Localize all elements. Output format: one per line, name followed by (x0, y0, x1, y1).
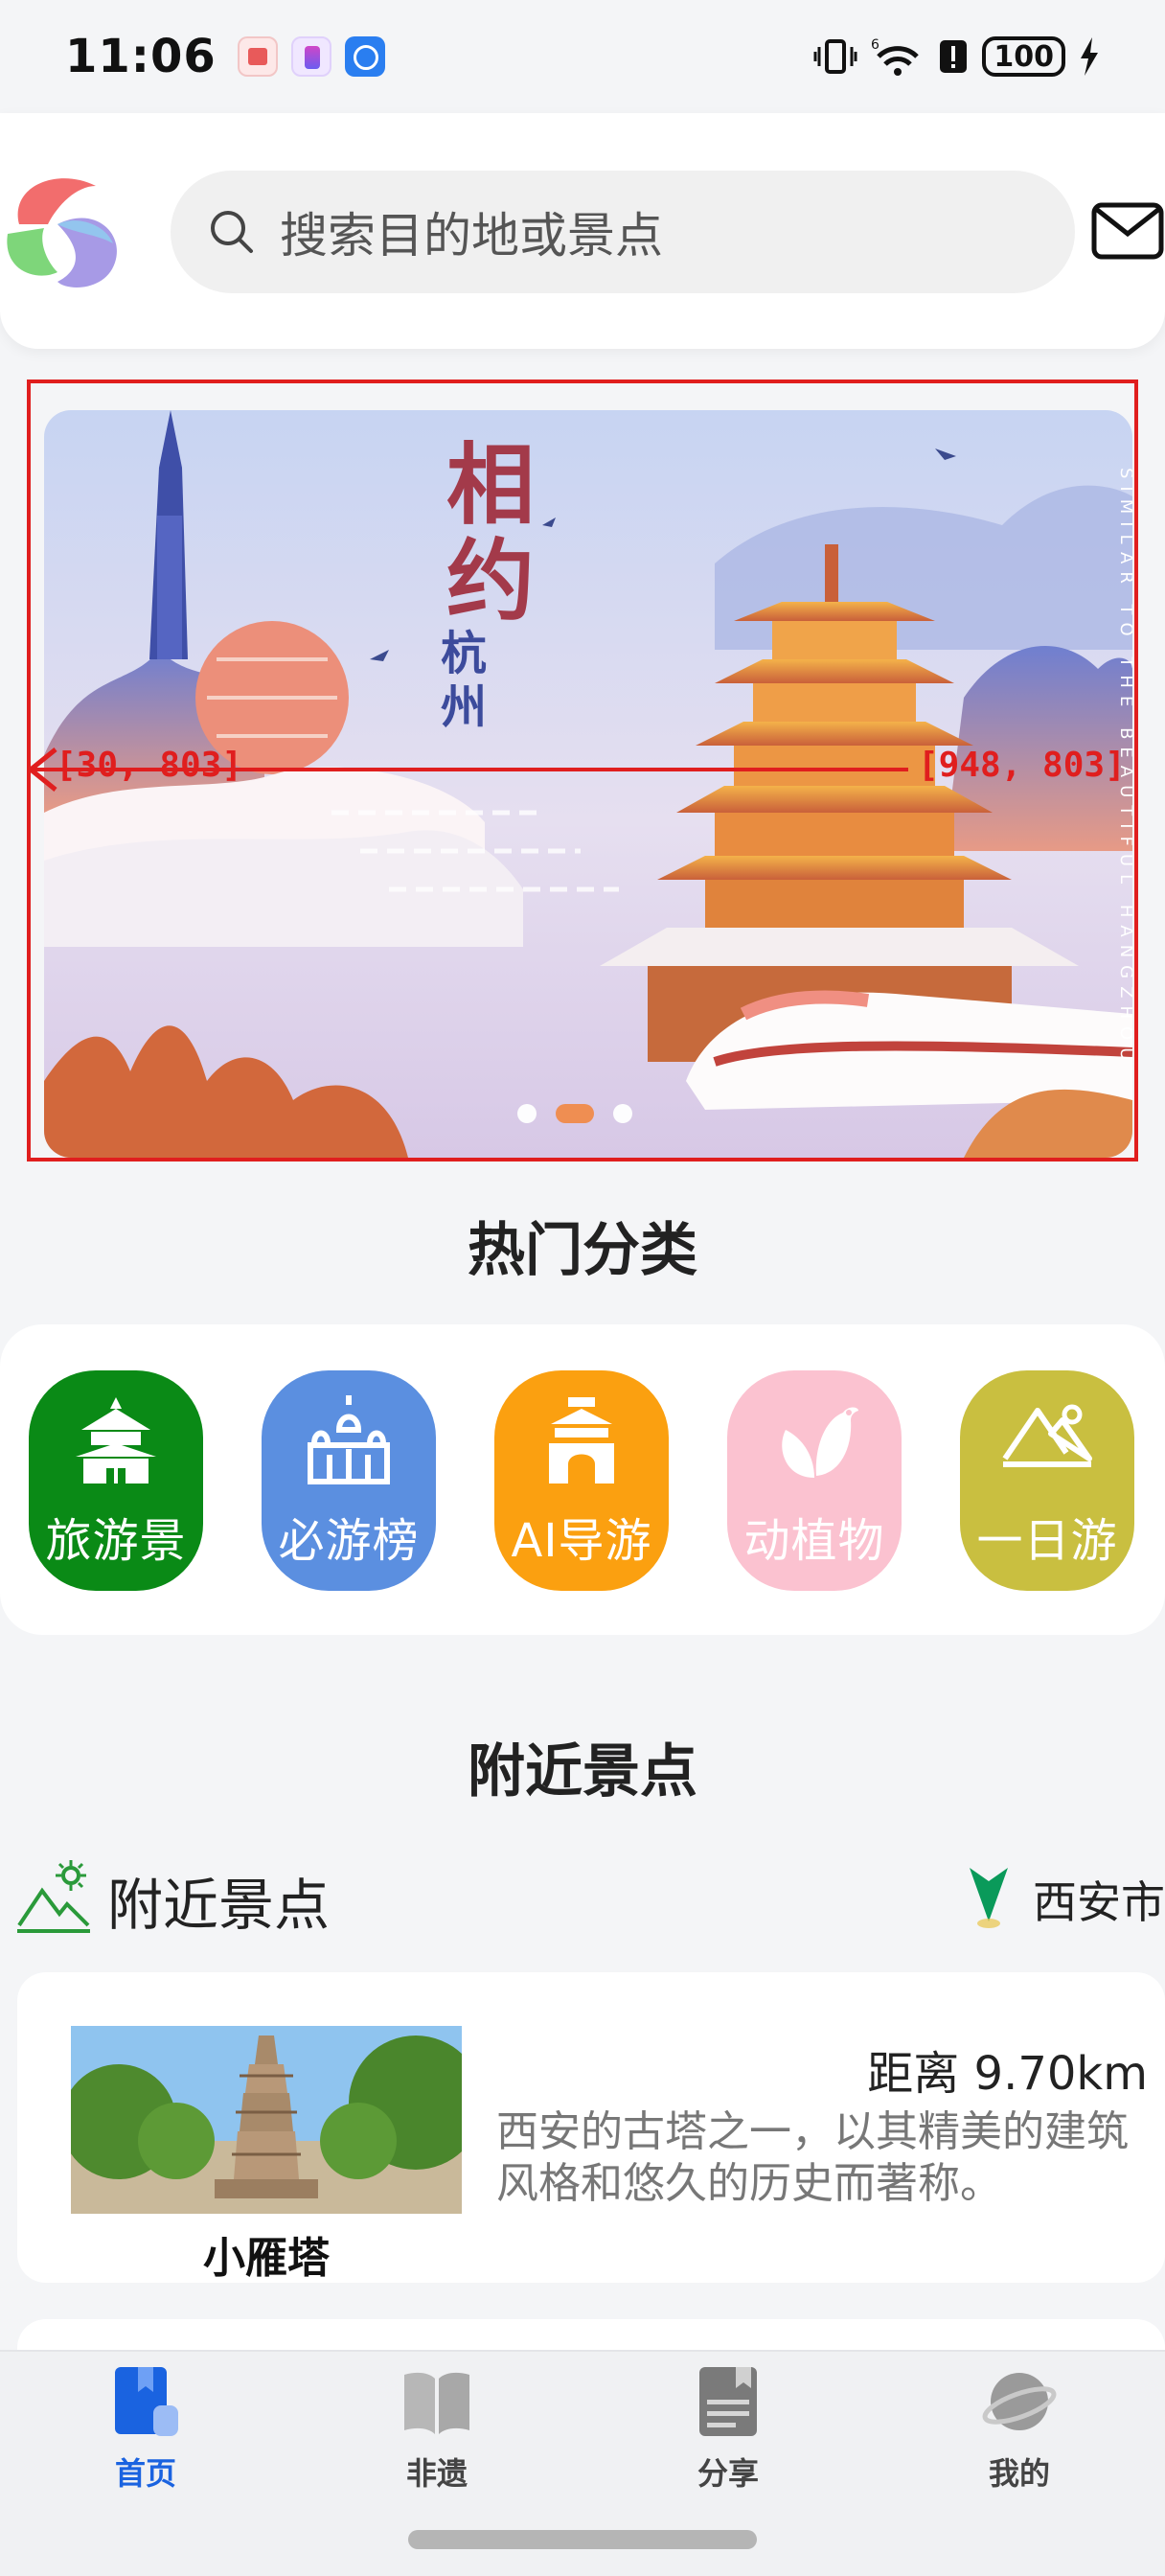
spot-photo (71, 2026, 462, 2214)
category-label: 旅游景 (45, 1514, 187, 1568)
system-icons: 6 100 (813, 35, 1100, 78)
home-indicator[interactable] (408, 2530, 757, 2549)
home-icon (115, 2367, 178, 2436)
battery-icon: 100 (982, 36, 1065, 77)
search-placeholder: 搜索目的地或景点 (280, 208, 663, 264)
nav-label: 我的 (988, 2455, 1050, 2492)
categories-title: 热门分类 (468, 1217, 697, 1284)
nearby-section-title: 附近景点 (468, 1738, 697, 1806)
mail-icon[interactable] (1090, 201, 1165, 261)
city-selector[interactable]: 西安市 (1033, 1868, 1165, 1931)
spot-description: 西安的古塔之一，以其精美的建筑风格和悠久的历史而著称。 (496, 2107, 1129, 2208)
category-label: 一日游 (976, 1514, 1118, 1568)
planet-icon (982, 2373, 1057, 2430)
palace-icon (308, 1395, 390, 1484)
nav-share[interactable]: 分享 (582, 2352, 874, 2524)
app-screen: 11:06 6 100 搜索目的地或景点 相 约 杭 州 SIMILAR TO … (0, 0, 1165, 2576)
notification-icons (237, 36, 385, 77)
wifi-icon: 6 (871, 37, 920, 76)
bird-leaf-icon (782, 1407, 858, 1478)
category-label: AI导游 (511, 1514, 652, 1568)
spot-card[interactable]: 小雁塔 距离 9.70km 西安的古塔之一，以其精美的建筑风格和悠久的历史而著称… (17, 1972, 1165, 2283)
notification-app-icon (290, 36, 331, 77)
nearby-header: 附近景点 西安市 (15, 1854, 1165, 1941)
gate-icon (549, 1397, 614, 1484)
nav-label: 分享 (697, 2455, 759, 2492)
status-bar: 11:06 6 100 (0, 0, 1165, 113)
nav-label: 首页 (114, 2455, 176, 2492)
nearby-label: 附近景点 (107, 1873, 331, 1938)
category-must-visit[interactable]: 必游榜 (262, 1370, 436, 1591)
nav-heritage[interactable]: 非遗 (291, 2352, 582, 2524)
header-bar: 搜索目的地或景点 (0, 113, 1165, 349)
nav-home[interactable]: 首页 (0, 2352, 291, 2524)
category-day-trip[interactable]: 一日游 (960, 1370, 1134, 1591)
location-pin-icon[interactable] (966, 1864, 1012, 1931)
category-label: 必游榜 (278, 1514, 420, 1568)
search-icon (211, 211, 253, 253)
category-panel: 旅游景 必游榜 AI导游 动植物 一日游 (0, 1324, 1165, 1635)
spot-name: 小雁塔 (203, 2234, 330, 2283)
alert-icon (940, 40, 968, 73)
category-ai-guide[interactable]: AI导游 (494, 1370, 669, 1591)
app-logo (7, 178, 117, 288)
charging-icon (1081, 37, 1098, 76)
vibrate-icon (813, 39, 857, 74)
search-input[interactable]: 搜索目的地或景点 (171, 171, 1075, 293)
category-label: 动植物 (743, 1514, 885, 1568)
mountain-icon (1002, 1404, 1092, 1467)
book-icon (404, 2372, 469, 2434)
annotation-label-right: [948, 803] (918, 746, 1126, 785)
svg-text:6: 6 (871, 37, 879, 53)
status-time: 11:06 (65, 30, 217, 83)
nav-profile[interactable]: 我的 (874, 2352, 1165, 2524)
temple-icon (76, 1397, 156, 1484)
battery-level: 100 (994, 39, 1054, 74)
category-travel-spots[interactable]: 旅游景 (29, 1370, 203, 1591)
notification-app-icon (237, 36, 278, 77)
notification-app-icon (344, 36, 385, 77)
annotation-label-left: [30, 803] (56, 746, 243, 785)
spot-distance: 距离 9.70km (867, 2047, 1148, 2101)
mountain-sun-icon (17, 1860, 90, 1933)
nav-label: 非遗 (405, 2455, 468, 2492)
notes-icon (699, 2367, 757, 2436)
category-flora-fauna[interactable]: 动植物 (727, 1370, 902, 1591)
